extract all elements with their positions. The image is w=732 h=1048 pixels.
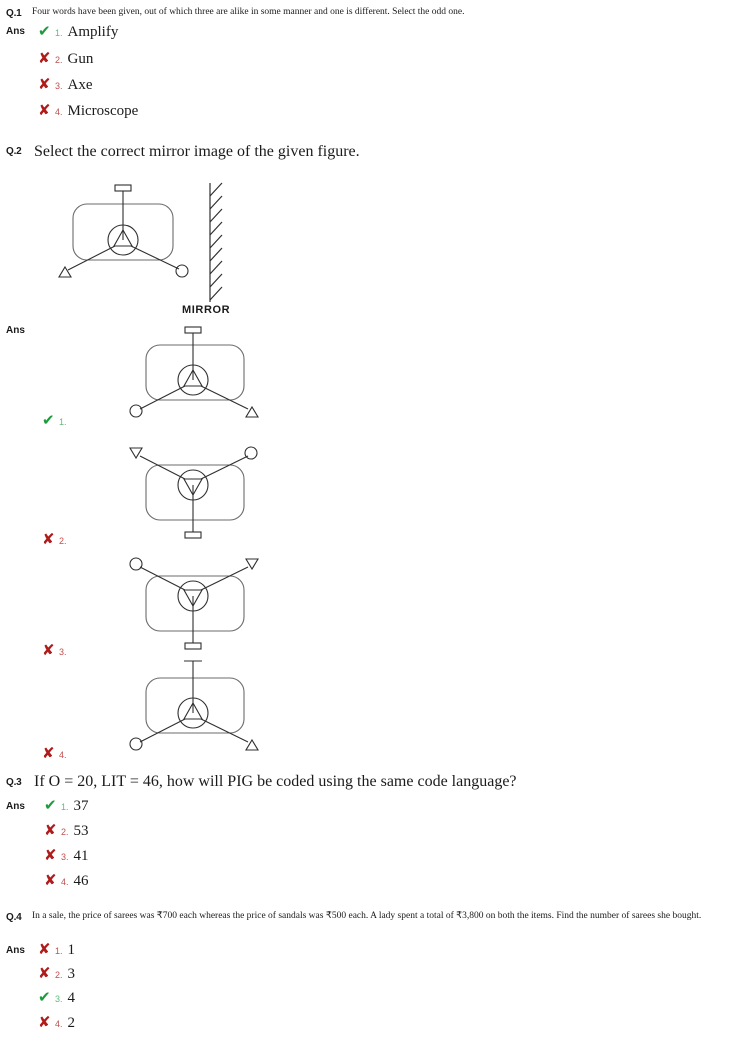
option-text: 1 xyxy=(67,942,76,958)
option-number: 3. xyxy=(61,852,69,862)
option-3-figure-svg xyxy=(129,557,259,650)
option-row-q1-1[interactable]: ✔ 1. Amplify xyxy=(38,24,118,41)
option-number: 4. xyxy=(55,1019,63,1029)
correct-check-icon: ✔ xyxy=(38,22,51,40)
wrong-cross-icon: ✘ xyxy=(38,75,51,93)
option-row-q1-4[interactable]: ✘ 4. Microscope xyxy=(38,103,138,120)
option-text: 53 xyxy=(73,823,89,839)
wrong-cross-icon: ✘ xyxy=(38,101,51,119)
option-marker: ✔ 1. xyxy=(42,368,84,427)
wrong-cross-icon: ✘ xyxy=(38,964,51,982)
option-number: 2. xyxy=(55,55,63,65)
question-text-2: Select the correct mirror image of the g… xyxy=(34,143,360,160)
wrong-cross-icon: ✘ xyxy=(42,640,55,659)
option-number: 1. xyxy=(55,946,63,956)
option-text: 2 xyxy=(67,1015,76,1031)
option-text: Microscope xyxy=(67,103,139,119)
option-number: 3. xyxy=(55,81,63,91)
option-number: 1. xyxy=(59,416,67,427)
question-text-1: Four words have been given, out of which… xyxy=(32,7,465,17)
option-row-q2-3[interactable]: ✘ 3. xyxy=(42,546,264,657)
option-1-figure-svg xyxy=(129,326,259,418)
option-number: 4. xyxy=(55,107,63,117)
option-row-q3-4[interactable]: ✘ 4. 46 xyxy=(44,873,89,890)
correct-check-icon: ✔ xyxy=(38,988,51,1006)
option-text: Axe xyxy=(67,77,93,93)
option-text: 46 xyxy=(73,873,89,889)
option-row-q3-2[interactable]: ✘ 2. 53 xyxy=(44,823,89,840)
given-figure-svg xyxy=(58,182,223,302)
option-text: 37 xyxy=(73,798,89,814)
question-number-1: Q.1 xyxy=(6,8,22,19)
option-number: 2. xyxy=(59,535,67,546)
option-2-figure-svg xyxy=(129,446,258,539)
correct-check-icon: ✔ xyxy=(42,410,55,429)
wrong-cross-icon: ✘ xyxy=(38,940,51,958)
correct-check-icon: ✔ xyxy=(44,796,57,814)
option-row-q2-1[interactable]: ✔ 1. xyxy=(42,325,264,427)
option-number: 2. xyxy=(61,827,69,837)
option-row-q4-1[interactable]: ✘ 1. 1 xyxy=(38,942,75,959)
option-number: 3. xyxy=(59,646,67,657)
mirror-label: MIRROR xyxy=(182,304,231,316)
option-text: 4 xyxy=(67,990,76,1006)
option-number: 2. xyxy=(55,970,63,980)
wrong-cross-icon: ✘ xyxy=(42,529,55,548)
option-text: Amplify xyxy=(67,24,119,40)
mirror-icon xyxy=(209,182,223,302)
option-number: 1. xyxy=(55,28,63,38)
option-number: 1. xyxy=(61,802,69,812)
option-row-q1-3[interactable]: ✘ 3. Axe xyxy=(38,77,93,94)
option-marker: ✘ 4. xyxy=(42,701,84,760)
option-row-q4-4[interactable]: ✘ 4. 2 xyxy=(38,1015,75,1032)
answer-label-2: Ans xyxy=(6,325,25,336)
option-number: 4. xyxy=(59,749,67,760)
wrong-cross-icon: ✘ xyxy=(44,846,57,864)
wrong-cross-icon: ✘ xyxy=(44,871,57,889)
option-text: 41 xyxy=(73,848,89,864)
option-row-q2-4[interactable]: ✘ 4. xyxy=(42,658,264,760)
option-row-q2-2[interactable]: ✘ 2. xyxy=(42,435,264,546)
wrong-cross-icon: ✘ xyxy=(38,1013,51,1031)
option-marker: ✘ 3. xyxy=(42,593,84,657)
question-number-2: Q.2 xyxy=(6,146,22,157)
given-figure-with-mirror xyxy=(48,178,248,323)
option-4-figure-svg xyxy=(129,660,259,751)
option-row-q1-2[interactable]: ✘ 2. Gun xyxy=(38,51,93,68)
option-row-q3-3[interactable]: ✘ 3. 41 xyxy=(44,848,89,865)
option-row-q4-3[interactable]: ✔ 3. 4 xyxy=(38,990,75,1007)
option-row-q3-1[interactable]: ✔ 1. 37 xyxy=(44,798,89,815)
question-number-4: Q.4 xyxy=(6,912,22,923)
question-text-3: If O = 20, LIT = 46, how will PIG be cod… xyxy=(34,773,517,790)
option-text: 3 xyxy=(67,966,76,982)
option-number: 4. xyxy=(61,877,69,887)
wrong-cross-icon: ✘ xyxy=(44,821,57,839)
option-text: Gun xyxy=(67,51,94,67)
question-text-4: In a sale, the price of sarees was ₹700 … xyxy=(32,911,702,921)
question-number-3: Q.3 xyxy=(6,777,22,788)
option-number: 3. xyxy=(55,994,63,1004)
answer-label-1: Ans xyxy=(6,26,25,37)
answer-label-4: Ans xyxy=(6,945,25,956)
wrong-cross-icon: ✘ xyxy=(38,49,51,67)
answer-label-3: Ans xyxy=(6,801,25,812)
wrong-cross-icon: ✘ xyxy=(42,743,55,762)
option-row-q4-2[interactable]: ✘ 2. 3 xyxy=(38,966,75,983)
option-marker: ✘ 2. xyxy=(42,482,84,546)
